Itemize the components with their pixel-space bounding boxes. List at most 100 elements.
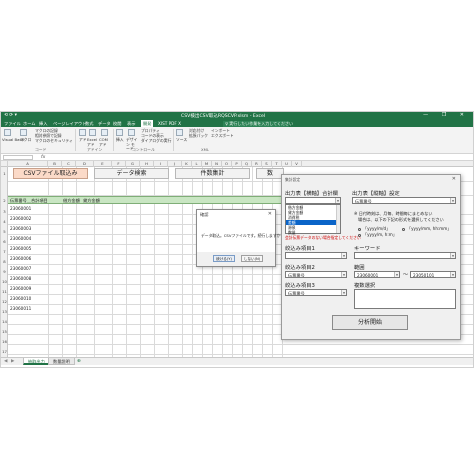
start-analysis-button[interactable]: 分析開始 [332, 315, 408, 330]
scroll-right-icon[interactable]: ▶ [11, 359, 14, 364]
macro-button[interactable]: マクロ [20, 137, 31, 143]
formula-bar: fx [1, 154, 473, 161]
com-addin-icon [101, 129, 108, 136]
radio-label: 「yyyy/m/d」 [363, 226, 391, 231]
chevron-down-icon[interactable]: ▾ [341, 272, 346, 277]
excel-addin-button[interactable]: Excel アド [87, 137, 99, 147]
list-scrollbar[interactable] [336, 205, 340, 233]
table-cell[interactable]: 23060011 [10, 306, 31, 311]
dialog-footer: 続ける(Y) しない(N) [197, 252, 275, 266]
sheet-tab-description[interactable]: 数量説明 [48, 358, 75, 365]
filter3-combo[interactable]: 伝票番号 ▾ [285, 289, 347, 296]
close-icon[interactable]: ✕ [268, 211, 272, 217]
row-header[interactable]: 13 [1, 309, 8, 314]
format-radio-ymhm[interactable]: 「yyyy/m, h:m」 [358, 232, 397, 238]
table-cell[interactable]: 23060001 [10, 206, 31, 211]
radio-icon [358, 227, 361, 231]
row-header[interactable]: 2 [1, 198, 8, 203]
xml-source-button[interactable]: ソース [176, 137, 187, 143]
count-summary-button[interactable]: 件数集計 [175, 168, 250, 179]
range-to-value: 23050101 [413, 272, 435, 278]
data-search-button[interactable]: データ検索 [94, 168, 169, 179]
row-header[interactable]: 1 [1, 171, 8, 176]
aggregate-settings-form: 集計設定 ✕ 出力表【横軸】合計欄 ▾ 借方金額 貸方金額 消費税 差額 源泉 … [281, 174, 461, 340]
window-title: CSV検出CSV取込RQSCVP.xlsm - Excel [181, 114, 266, 119]
table-cell[interactable]: 23060005 [10, 246, 31, 251]
row-header[interactable]: 16 [1, 339, 8, 344]
table-cell[interactable]: 23060006 [10, 256, 31, 261]
tab-xist-pdf[interactable]: XIST PDF X [158, 121, 181, 126]
form-title: 集計設定 [285, 177, 301, 182]
table-cell[interactable]: 23060004 [10, 236, 31, 241]
export-button[interactable]: エクスポート [211, 133, 234, 139]
axis-setting-value: 伝票番号 [355, 198, 372, 204]
row-header[interactable]: 11 [1, 289, 8, 294]
keyword-label: キーワード [354, 246, 381, 252]
table-cell[interactable]: 23060002 [10, 216, 31, 221]
range-label: 範囲 [354, 265, 365, 271]
continue-button[interactable]: 続ける(Y) [213, 255, 235, 262]
sheet-tab-bar: ◀ ▶ 抽取出力 数量説明 ⊕ [1, 357, 473, 365]
row-header[interactable]: 17 [1, 349, 8, 354]
table-cell[interactable]: 23060008 [10, 276, 31, 281]
scroll-left-icon[interactable]: ◀ [4, 359, 7, 364]
row-header[interactable]: 7 [1, 249, 8, 254]
range-from-combo[interactable]: 23060001 ▾ [354, 271, 400, 278]
row-header[interactable]: 15 [1, 329, 8, 334]
name-box[interactable] [3, 155, 33, 160]
chevron-down-icon[interactable]: ▾ [394, 272, 399, 277]
close-icon[interactable]: ✕ [452, 176, 456, 182]
quick-access-toolbar[interactable]: ⟲ ⟳ ▾ [4, 113, 17, 118]
row-header[interactable]: 9 [1, 269, 8, 274]
multi-select-box[interactable] [354, 289, 456, 309]
run-dialog-button[interactable]: ダイアログの実行 [141, 138, 171, 144]
axis-setting-label: 出力表【縦軸】設定 [352, 191, 400, 197]
insert-control-button[interactable]: 挿入 [116, 137, 124, 143]
chevron-down-icon[interactable]: ▾ [341, 290, 346, 295]
row-header[interactable]: 5 [1, 229, 8, 234]
expansion-pack-button[interactable]: 拡張パック [189, 133, 208, 139]
confirm-dialog: 確認 ✕ データ取込。CSVファイルです。続行しますか？ 続ける(Y) しない(… [196, 209, 284, 267]
addin-icon [79, 129, 86, 136]
fx-icon[interactable]: fx [41, 155, 45, 160]
row-header[interactable]: 14 [1, 319, 8, 324]
axis-setting-combo[interactable]: 伝票番号 ▾ [352, 197, 456, 204]
group-addin-label: アドイン [87, 147, 103, 152]
row-header[interactable]: 3 [1, 209, 8, 214]
addin-button[interactable]: アド [79, 137, 87, 143]
window-controls[interactable]: — ❐ ✕ [423, 112, 470, 118]
add-sheet-icon[interactable]: ⊕ [77, 359, 81, 364]
agg-field-list[interactable]: 借方金額 貸方金額 消費税 差額 源泉 数量 [285, 204, 341, 235]
table-cell[interactable]: 23060009 [10, 286, 31, 291]
chevron-down-icon[interactable]: ▾ [450, 198, 455, 203]
sheet-tab-output[interactable]: 抽取出力 [23, 358, 50, 365]
count-button[interactable]: 数 [256, 168, 284, 179]
range-separator: 〜 [403, 272, 409, 278]
agg-field-combo[interactable]: ▾ [285, 197, 341, 204]
range-to-combo[interactable]: 23050101 ▾ [410, 271, 456, 278]
row-header[interactable]: 8 [1, 259, 8, 264]
ribbon-separator [113, 129, 114, 151]
chevron-down-icon[interactable]: ▾ [450, 253, 455, 258]
tab-developer[interactable]: 開発 [141, 120, 154, 127]
row-header[interactable]: 6 [1, 239, 8, 244]
row-header[interactable]: 12 [1, 299, 8, 304]
table-cell[interactable]: 23060007 [10, 266, 31, 271]
cancel-button[interactable]: しない(N) [241, 255, 263, 262]
tell-me-search[interactable]: ♀ 実行したい作業を入力してください [223, 120, 293, 127]
chevron-down-icon[interactable]: ▾ [450, 272, 455, 277]
row-headers: 1 2 3 4 5 6 7 8 9 10 11 12 13 14 15 16 1… [1, 167, 8, 357]
chevron-down-icon[interactable]: ▾ [341, 253, 346, 258]
table-cell[interactable]: 23060003 [10, 226, 31, 231]
filter1-combo[interactable]: ▾ [285, 252, 347, 259]
excel-addin-icon [89, 129, 96, 136]
format-radio-ymdhm[interactable]: 「yyyy/mm, hh:mm」 [402, 226, 451, 232]
table-cell[interactable]: 23060010 [10, 296, 31, 301]
row-header[interactable]: 4 [1, 219, 8, 224]
macro-security-button[interactable]: マクロのセキュリティ [35, 138, 73, 144]
csv-import-button[interactable]: CSVファイル取込み [13, 168, 88, 179]
com-addin-button[interactable]: COM アド [99, 137, 111, 147]
filter2-combo[interactable]: 伝票番号 ▾ [285, 271, 347, 278]
keyword-combo[interactable]: ▾ [354, 252, 456, 259]
row-header[interactable]: 10 [1, 279, 8, 284]
